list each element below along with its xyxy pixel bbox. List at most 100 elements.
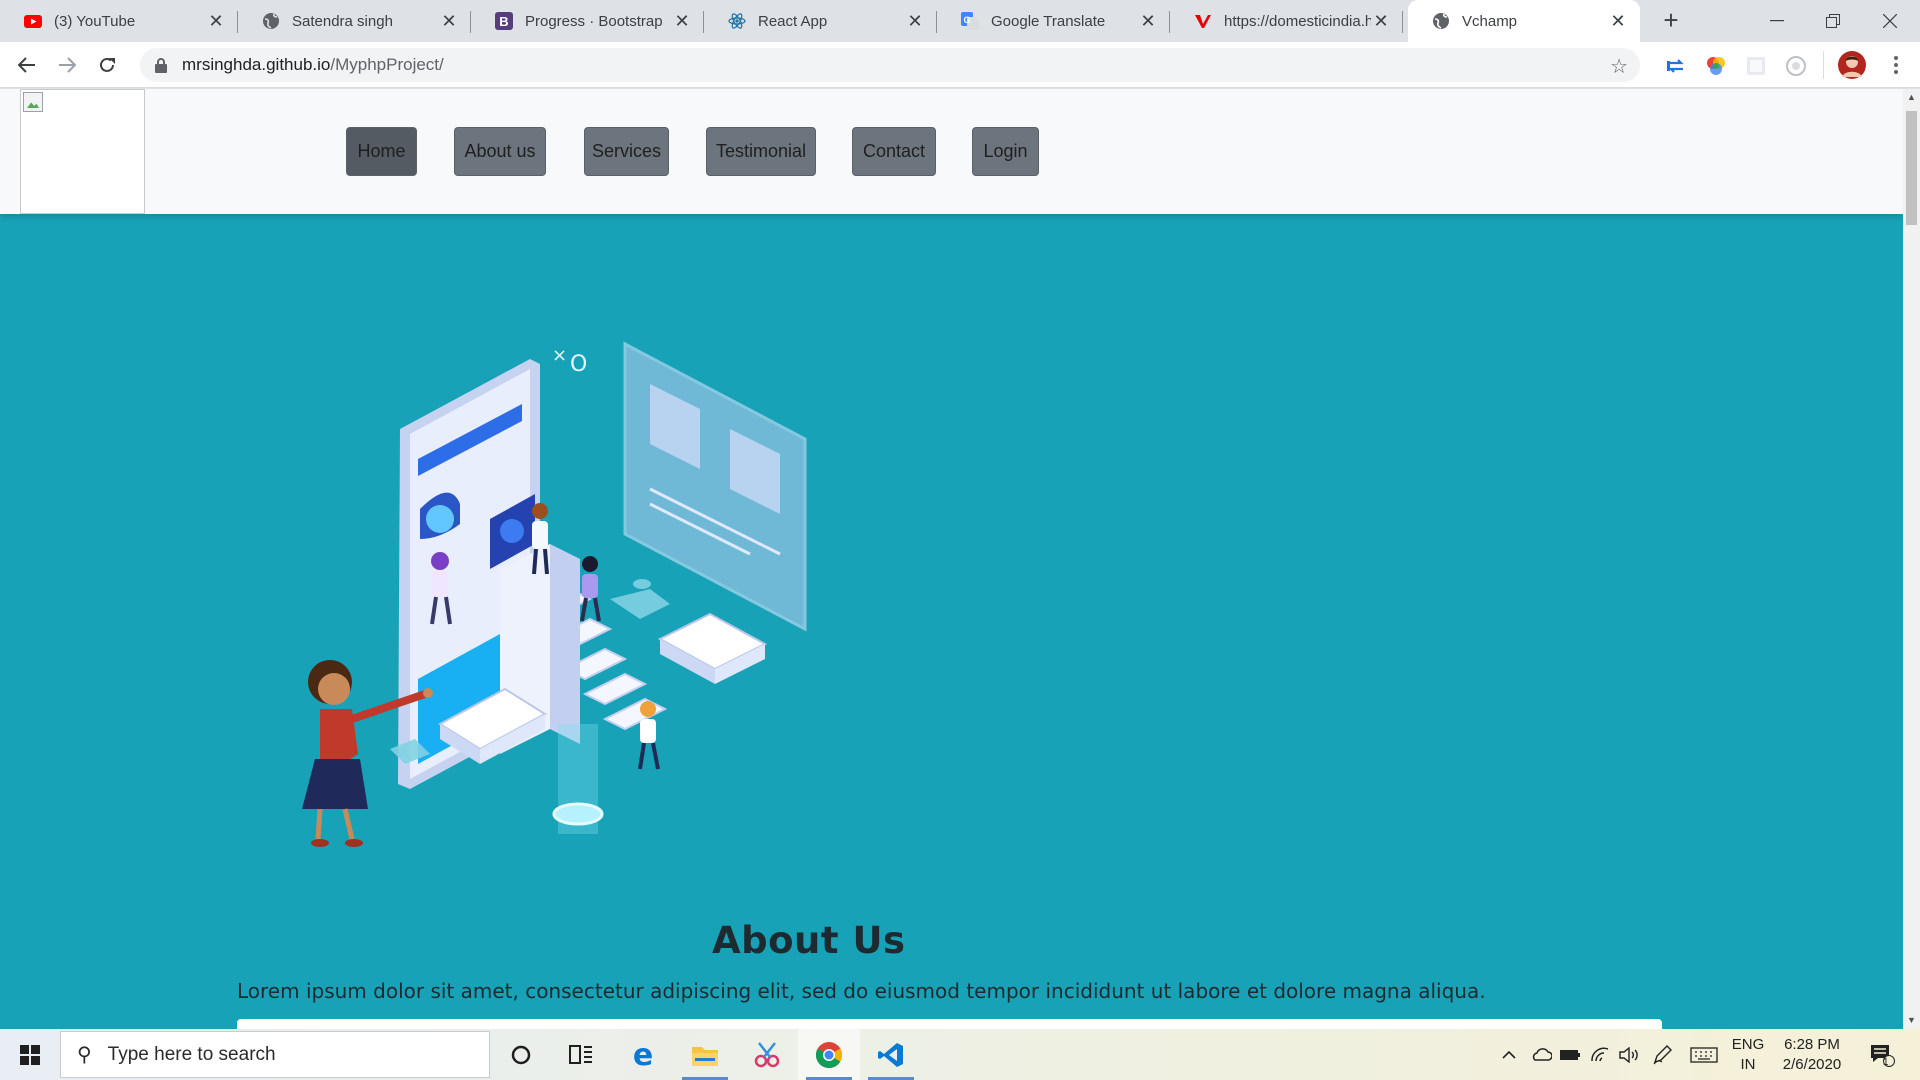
chevron-up-icon	[1502, 1050, 1516, 1059]
taskbar-search-box[interactable]: ⚲ Type here to search	[60, 1031, 490, 1078]
battery-icon	[1560, 1049, 1580, 1060]
svg-text:B: B	[499, 14, 508, 29]
close-tab-icon[interactable]: ✕	[439, 11, 459, 32]
vscode-icon	[878, 1042, 903, 1067]
search-placeholder: Type here to search	[107, 1043, 276, 1065]
region-code: IN	[1740, 1056, 1756, 1073]
color-picker-extension-icon[interactable]	[1705, 55, 1727, 77]
nav-services-button[interactable]: Services	[584, 127, 669, 176]
windows-logo-icon	[20, 1044, 40, 1065]
volume-tray-icon[interactable]	[1616, 1029, 1644, 1080]
clock[interactable]: 6:28 PM 2/6/2020	[1772, 1035, 1852, 1075]
action-center-button[interactable]: 1	[1862, 1029, 1902, 1080]
minimize-icon	[1770, 20, 1784, 22]
wifi-tray-icon[interactable]	[1586, 1029, 1614, 1080]
close-icon	[1883, 14, 1897, 28]
cortana-button[interactable]	[490, 1029, 552, 1080]
cortana-circle-icon	[511, 1045, 531, 1064]
tab-bootstrap[interactable]: B Progress · Bootstrap ✕	[471, 0, 704, 42]
bootstrap-icon: B	[495, 12, 513, 30]
snipping-tool-taskbar-icon[interactable]	[736, 1029, 798, 1080]
scrollbar-thumb[interactable]	[1906, 111, 1917, 225]
task-view-button[interactable]	[550, 1029, 612, 1080]
svg-text:×: ×	[552, 345, 567, 366]
pen-icon	[1653, 1044, 1672, 1064]
back-arrow-icon	[18, 57, 35, 73]
tab-satendra[interactable]: Satendra singh ✕	[238, 0, 471, 42]
profile-avatar[interactable]	[1838, 51, 1866, 79]
content-card-top	[237, 1019, 1662, 1029]
input-language-indicator[interactable]: ENG IN	[1728, 1035, 1768, 1075]
close-tab-icon[interactable]: ✕	[206, 11, 226, 32]
touch-keyboard-tray-icon[interactable]	[1688, 1029, 1720, 1080]
browser-toolbar: mrsinghda.github.io/MyphpProject/ ☆	[0, 42, 1920, 88]
url-host: mrsinghda.github.io	[182, 55, 331, 74]
globe-icon	[1432, 12, 1450, 30]
search-icon: ⚲	[77, 1044, 92, 1066]
battery-tray-icon[interactable]	[1556, 1029, 1584, 1080]
reload-button[interactable]	[92, 50, 122, 80]
back-button[interactable]	[12, 50, 42, 80]
nav-about-us-button[interactable]: About us	[454, 127, 546, 176]
close-tab-icon[interactable]: ✕	[672, 11, 692, 32]
about-us-text: Lorem ipsum dolor sit amet, consectetur …	[237, 979, 1486, 1003]
tab-title: https://domesticindia.h	[1224, 12, 1371, 30]
extension-circle-icon[interactable]	[1785, 55, 1807, 77]
minimize-button[interactable]	[1752, 0, 1802, 42]
bookmark-star-icon[interactable]: ☆	[1610, 54, 1628, 79]
show-hidden-icons-button[interactable]	[1497, 1029, 1521, 1080]
notification-count: 1	[1883, 1057, 1889, 1068]
close-tab-icon[interactable]: ✕	[1371, 11, 1391, 32]
svg-text:O: O	[570, 352, 587, 377]
reload-icon	[100, 57, 115, 72]
svg-text:G: G	[963, 15, 970, 25]
address-bar[interactable]: mrsinghda.github.io/MyphpProject/ ☆	[140, 48, 1640, 82]
chrome-taskbar-icon[interactable]	[798, 1029, 860, 1080]
close-window-button[interactable]	[1865, 0, 1915, 42]
notification-icon	[1871, 1044, 1895, 1067]
page-scrollbar[interactable]: ▲ ▼	[1903, 89, 1920, 1029]
google-translate-icon: G	[961, 12, 979, 30]
tab-strip: (3) YouTube ✕ Satendra singh ✕ B Progres…	[0, 0, 1920, 42]
tab-react-app[interactable]: React App ✕	[704, 0, 937, 42]
tab-title: Vchamp	[1462, 12, 1518, 30]
restore-button[interactable]	[1808, 0, 1858, 42]
browser-menu-button[interactable]	[1884, 52, 1908, 78]
scroll-down-arrow[interactable]: ▼	[1903, 1012, 1920, 1029]
tab-youtube[interactable]: (3) YouTube ✕	[0, 0, 238, 42]
onedrive-tray-icon[interactable]	[1527, 1029, 1555, 1080]
forward-arrow-icon	[59, 57, 76, 73]
extension-icon[interactable]	[1745, 55, 1767, 77]
tab-vchamp[interactable]: Vchamp ✕	[1408, 0, 1640, 42]
file-explorer-taskbar-icon[interactable]	[674, 1029, 736, 1080]
wifi-icon	[1591, 1047, 1609, 1061]
scroll-up-arrow[interactable]: ▲	[1903, 89, 1920, 106]
restore-icon	[1826, 14, 1840, 28]
nav-testimonial-button[interactable]: Testimonial	[706, 127, 816, 176]
nav-contact-button[interactable]: Contact	[852, 127, 936, 176]
nav-login-button[interactable]: Login	[972, 127, 1039, 176]
edge-taskbar-icon[interactable]: e	[612, 1029, 674, 1080]
tab-title: (3) YouTube	[54, 12, 136, 30]
url-path: /MyphpProject/	[330, 55, 444, 74]
nav-home-button[interactable]: Home	[346, 127, 417, 176]
extension-sync-icon[interactable]	[1665, 55, 1687, 77]
floating-panel-shape	[623, 341, 807, 632]
close-tab-icon[interactable]: ✕	[905, 11, 925, 32]
start-button[interactable]	[0, 1029, 60, 1080]
tab-domesticindia[interactable]: https://domesticindia.h ✕	[1170, 0, 1403, 42]
edge-icon: e	[633, 1041, 653, 1069]
close-tab-icon[interactable]: ✕	[1138, 11, 1158, 32]
vscode-taskbar-icon[interactable]	[860, 1029, 922, 1080]
tab-google-translate[interactable]: G Google Translate ✕	[937, 0, 1170, 42]
site-logo-broken-image[interactable]	[20, 89, 145, 214]
new-tab-button[interactable]: +	[1656, 6, 1686, 36]
pen-workspace-tray-icon[interactable]	[1648, 1029, 1676, 1080]
about-us-heading: About Us	[712, 919, 906, 962]
hero-illustration: × O	[302, 341, 807, 847]
chrome-icon	[815, 1041, 843, 1068]
scissors-icon	[754, 1041, 780, 1067]
youtube-icon	[24, 12, 42, 30]
close-tab-icon[interactable]: ✕	[1608, 11, 1628, 32]
forward-button[interactable]	[52, 50, 82, 80]
